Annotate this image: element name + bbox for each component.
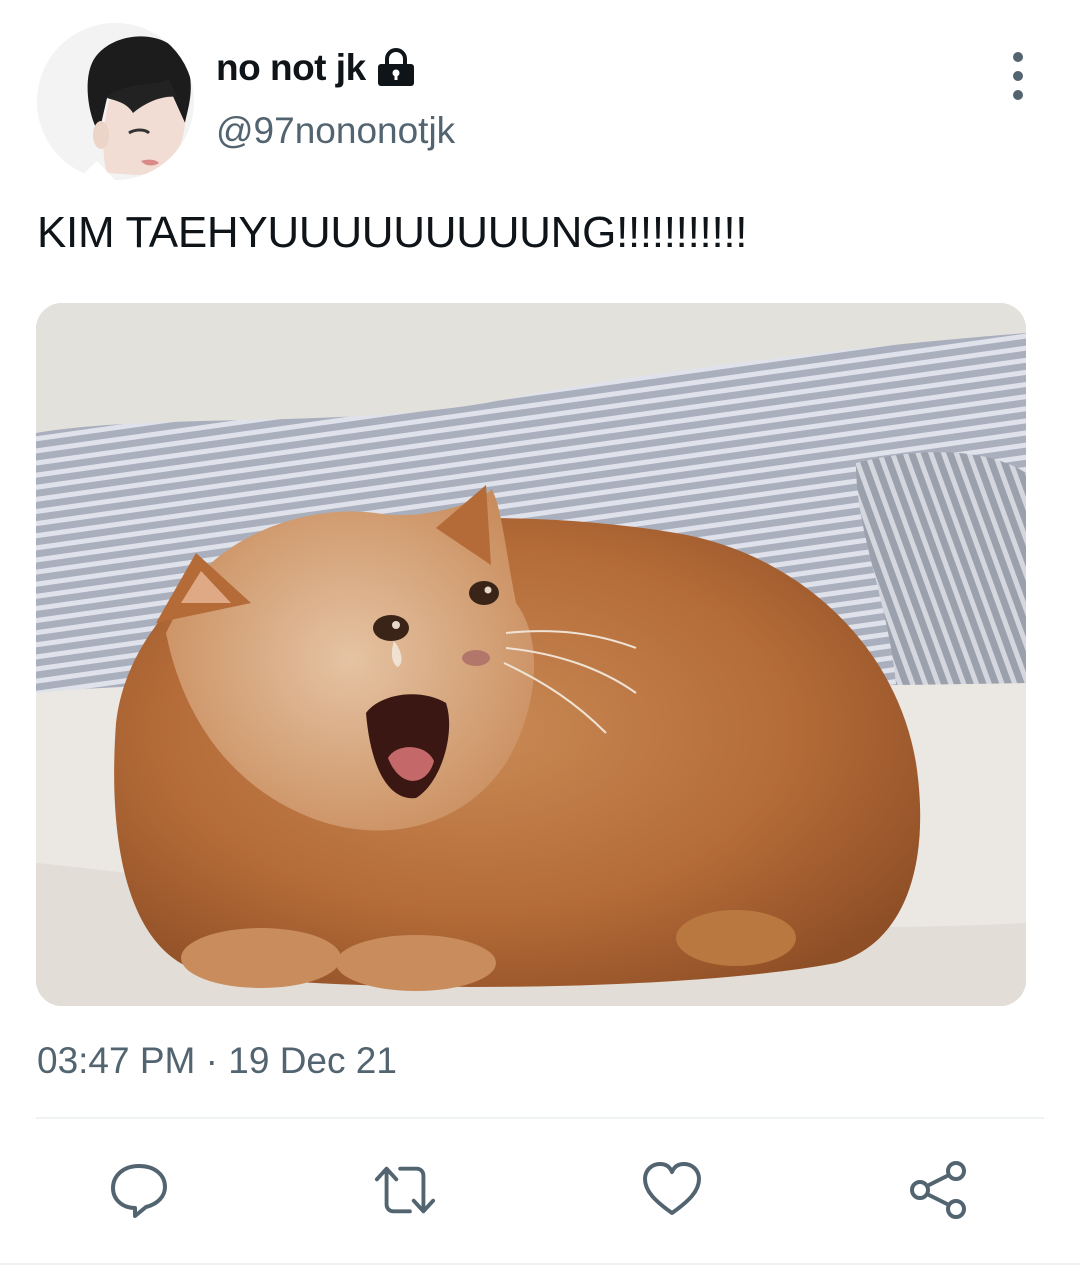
speech-bubble-icon: [111, 1164, 167, 1218]
tweet-media-image[interactable]: [36, 303, 1026, 1006]
tweet-timestamp[interactable]: 03:47 PM · 19 Dec 21: [37, 1040, 397, 1082]
retweet-arrows-icon: [374, 1166, 436, 1214]
handle[interactable]: @97nononotjk: [216, 110, 455, 152]
lock-icon: [374, 48, 418, 88]
display-name[interactable]: no not jk: [216, 47, 366, 89]
avatar[interactable]: [37, 23, 194, 180]
share-button[interactable]: [907, 1158, 971, 1222]
like-button[interactable]: [640, 1158, 704, 1222]
tweet-text: KIM TAEHYUUUUUUUUUNG!!!!!!!!!!!: [37, 208, 748, 257]
timestamp-separator: ·: [195, 1040, 229, 1081]
display-name-row: no not jk: [216, 44, 418, 92]
tweet-date: 19 Dec 21: [228, 1040, 397, 1081]
reply-button[interactable]: [107, 1158, 171, 1222]
more-options-button[interactable]: [998, 52, 1038, 100]
retweet-button[interactable]: [373, 1158, 437, 1222]
tweet-card: no not jk @97nononotjk KIM TAEHYUUUUUUUU…: [0, 0, 1080, 1283]
bottom-divider: [0, 1263, 1080, 1265]
tweet-time: 03:47 PM: [37, 1040, 196, 1081]
share-nodes-icon: [910, 1161, 966, 1219]
heart-icon: [643, 1162, 701, 1215]
divider: [36, 1117, 1044, 1119]
vertical-ellipsis-icon: [1013, 52, 1023, 62]
